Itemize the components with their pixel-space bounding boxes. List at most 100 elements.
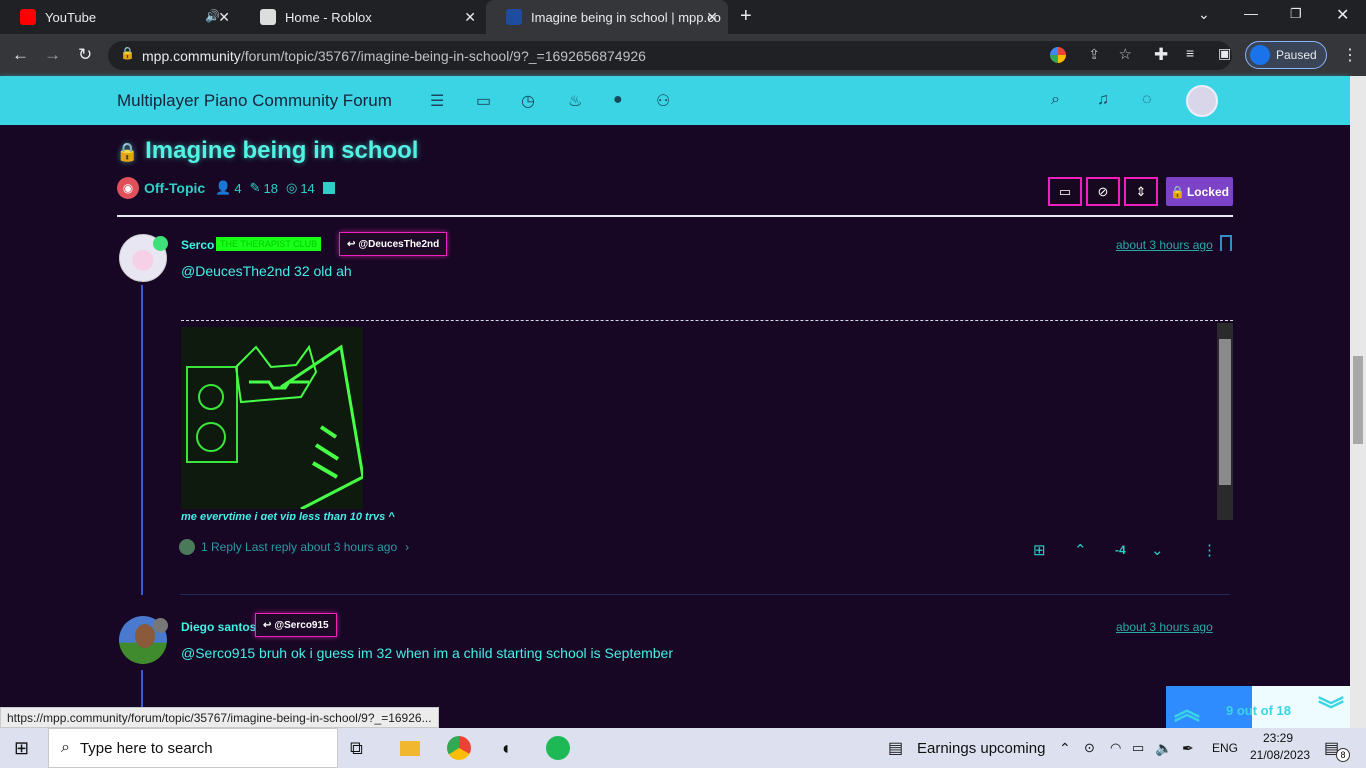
tab-mpp-forum[interactable]: Imagine being in school | mpp.co ✕ — [486, 0, 728, 34]
close-tab-icon[interactable]: ✕ — [464, 9, 476, 26]
back-icon[interactable]: ← — [12, 45, 29, 65]
media-control-icon[interactable]: ≡ — [1186, 45, 1194, 61]
signature-image — [181, 327, 365, 511]
tab-search-icon[interactable]: ⌄ — [1198, 6, 1210, 23]
taskbar-clock[interactable]: 23:29 21/08/2023 — [1250, 731, 1310, 762]
post-content: @Serco915 bruh ok i guess im 32 when im … — [181, 645, 674, 661]
close-tab-icon[interactable]: ✕ — [218, 9, 230, 26]
notify-off-button[interactable]: ⊘ — [1086, 177, 1120, 206]
pager-label: 9 out of 18 — [1226, 703, 1292, 718]
browser-toolbar: ← → ↻ 🔒 mpp.community/forum/topic/35767/… — [0, 34, 1366, 76]
posts-count: 18 — [263, 180, 278, 196]
recent-clock-icon[interactable]: ◷ — [521, 91, 535, 111]
category-link[interactable]: Off-Topic — [144, 180, 205, 196]
post-username[interactable]: Serco — [181, 238, 214, 252]
topic-title: 🔒 Imagine being in school — [116, 137, 419, 164]
wifi-icon[interactable]: ◠ — [1110, 728, 1121, 768]
new-tab-button[interactable]: + — [740, 5, 752, 28]
reply-arrow-icon: ↩ — [263, 619, 272, 631]
meet-now-icon[interactable]: ⊙ — [1084, 728, 1095, 768]
groups-icon[interactable]: ⚇ — [656, 91, 670, 111]
post-username[interactable]: Diego santos — [181, 620, 256, 634]
mouse-app-icon[interactable]: ◖ — [500, 728, 511, 768]
post-timestamp[interactable]: about 3 hours ago — [1116, 238, 1213, 252]
reply-to-button[interactable]: ↩ @DeucesThe2nd — [339, 232, 448, 256]
forum-brand[interactable]: Multiplayer Piano Community Forum — [117, 91, 392, 111]
posters-icon: 👤 — [215, 180, 232, 195]
bell-slash-icon: ⊘ — [1097, 183, 1109, 199]
language-indicator[interactable]: ENG — [1212, 728, 1238, 768]
pen-icon[interactable]: ✒ — [1182, 728, 1194, 768]
menu-kebab-icon[interactable]: ⋮ — [1342, 45, 1358, 65]
replies-link[interactable]: 1 Reply Last reply about 3 hours ago › — [179, 539, 409, 555]
profile-paused-button[interactable]: Paused — [1245, 41, 1327, 69]
notification-center-icon[interactable]: ▤ — [1324, 728, 1339, 768]
close-window-icon[interactable]: ✕ — [1336, 5, 1349, 25]
page-scrollbar[interactable] — [1350, 76, 1366, 728]
locked-badge: 🔒 Locked — [1166, 177, 1233, 206]
post-separator — [180, 594, 1230, 595]
signature-scrollbar[interactable] — [1217, 323, 1233, 520]
downvote-icon[interactable]: ⌄ — [1151, 541, 1164, 559]
topic-meta: ◉ Off-Topic 👤 4 ✎ 18 ◎ 14 — [117, 176, 335, 200]
topic-page: 🔒 Imagine being in school ◉ Off-Topic 👤 4… — [0, 125, 1350, 727]
tab-youtube[interactable]: YouTube 🔊 ✕ — [0, 0, 240, 34]
post-timeline — [141, 285, 143, 595]
popular-fire-icon[interactable]: ♨ — [568, 91, 582, 111]
task-view-icon[interactable]: ⧉ — [350, 728, 363, 768]
chevron-right-icon: › — [405, 540, 410, 554]
post-timestamp[interactable]: about 3 hours ago — [1116, 620, 1213, 634]
offline-status-dot — [153, 618, 168, 633]
browser-tab-strip: YouTube 🔊 ✕ Home - Roblox ✕ Imagine bein… — [0, 0, 1366, 34]
scrollbar-thumb[interactable] — [1353, 356, 1363, 444]
lock-icon: 🔒 — [1170, 184, 1185, 199]
quote-icon[interactable]: ⊞ — [1033, 541, 1046, 559]
post-menu-icon[interactable]: ⋮ — [1202, 541, 1217, 559]
news-icon[interactable]: ▤ — [888, 728, 903, 768]
spotify-icon[interactable] — [546, 728, 570, 768]
address-bar[interactable]: 🔒 mpp.community/forum/topic/35767/imagin… — [108, 41, 1232, 70]
news-widget[interactable]: Earnings upcoming — [917, 728, 1045, 768]
upvote-icon[interactable]: ⌃ — [1074, 541, 1087, 559]
reload-icon[interactable]: ↻ — [78, 45, 92, 65]
group-badge[interactable]: THE THERAPIST CLUB — [216, 237, 322, 251]
rss-icon[interactable] — [322, 182, 335, 194]
minimize-icon[interactable]: — — [1244, 5, 1258, 21]
sort-button[interactable]: ⇕ — [1124, 177, 1158, 206]
forward-icon[interactable]: → — [44, 45, 61, 65]
unread-icon[interactable]: ▭ — [476, 91, 491, 111]
chrome-icon[interactable] — [447, 728, 471, 768]
notifications-bell-icon[interactable]: ♫ — [1097, 91, 1109, 109]
categories-icon[interactable]: ☰ — [430, 91, 444, 111]
double-chevron-down-icon[interactable]: ︾ — [1318, 690, 1344, 727]
scrollbar-thumb[interactable] — [1219, 339, 1231, 485]
bookmark-star-icon[interactable]: ☆ — [1119, 45, 1132, 63]
topic-divider — [117, 215, 1233, 217]
globe-icon: ◉ — [117, 177, 139, 199]
reply-arrow-icon: ↩ — [347, 238, 356, 250]
volume-icon[interactable]: 🔈 — [1155, 728, 1172, 768]
extensions-icon[interactable]: ✚ — [1154, 45, 1168, 65]
search-icon[interactable]: ⌕ — [1051, 91, 1060, 109]
users-icon[interactable]: ● — [613, 91, 623, 109]
side-panel-icon[interactable]: ▣ — [1218, 45, 1231, 62]
file-explorer-icon[interactable] — [398, 728, 422, 768]
bookmark-icon[interactable] — [1220, 235, 1232, 251]
user-avatar[interactable] — [1186, 85, 1218, 117]
lock-icon: 🔒 — [116, 142, 139, 162]
windows-start-icon[interactable]: ⊞ — [14, 728, 29, 768]
online-status-dot — [153, 236, 168, 251]
battery-icon[interactable]: ▭ — [1132, 728, 1144, 768]
tab-roblox[interactable]: Home - Roblox ✕ — [240, 0, 486, 34]
reply-to-button[interactable]: ↩ @Serco915 — [255, 613, 337, 637]
chat-icon[interactable]: ◌ — [1142, 91, 1152, 109]
taskbar-search[interactable]: ⌕ Type here to search — [48, 728, 338, 768]
lock-icon: 🔒 — [120, 46, 135, 60]
restore-icon[interactable]: ❐ — [1290, 6, 1302, 22]
close-tab-icon[interactable]: ✕ — [706, 9, 718, 26]
tray-chevron-up-icon[interactable]: ⌃ — [1059, 728, 1071, 768]
watch-button[interactable]: ▭ — [1048, 177, 1082, 206]
mpp-icon — [506, 9, 522, 25]
google-icon[interactable] — [1050, 47, 1066, 63]
share-icon[interactable]: ⇪ — [1088, 46, 1100, 63]
